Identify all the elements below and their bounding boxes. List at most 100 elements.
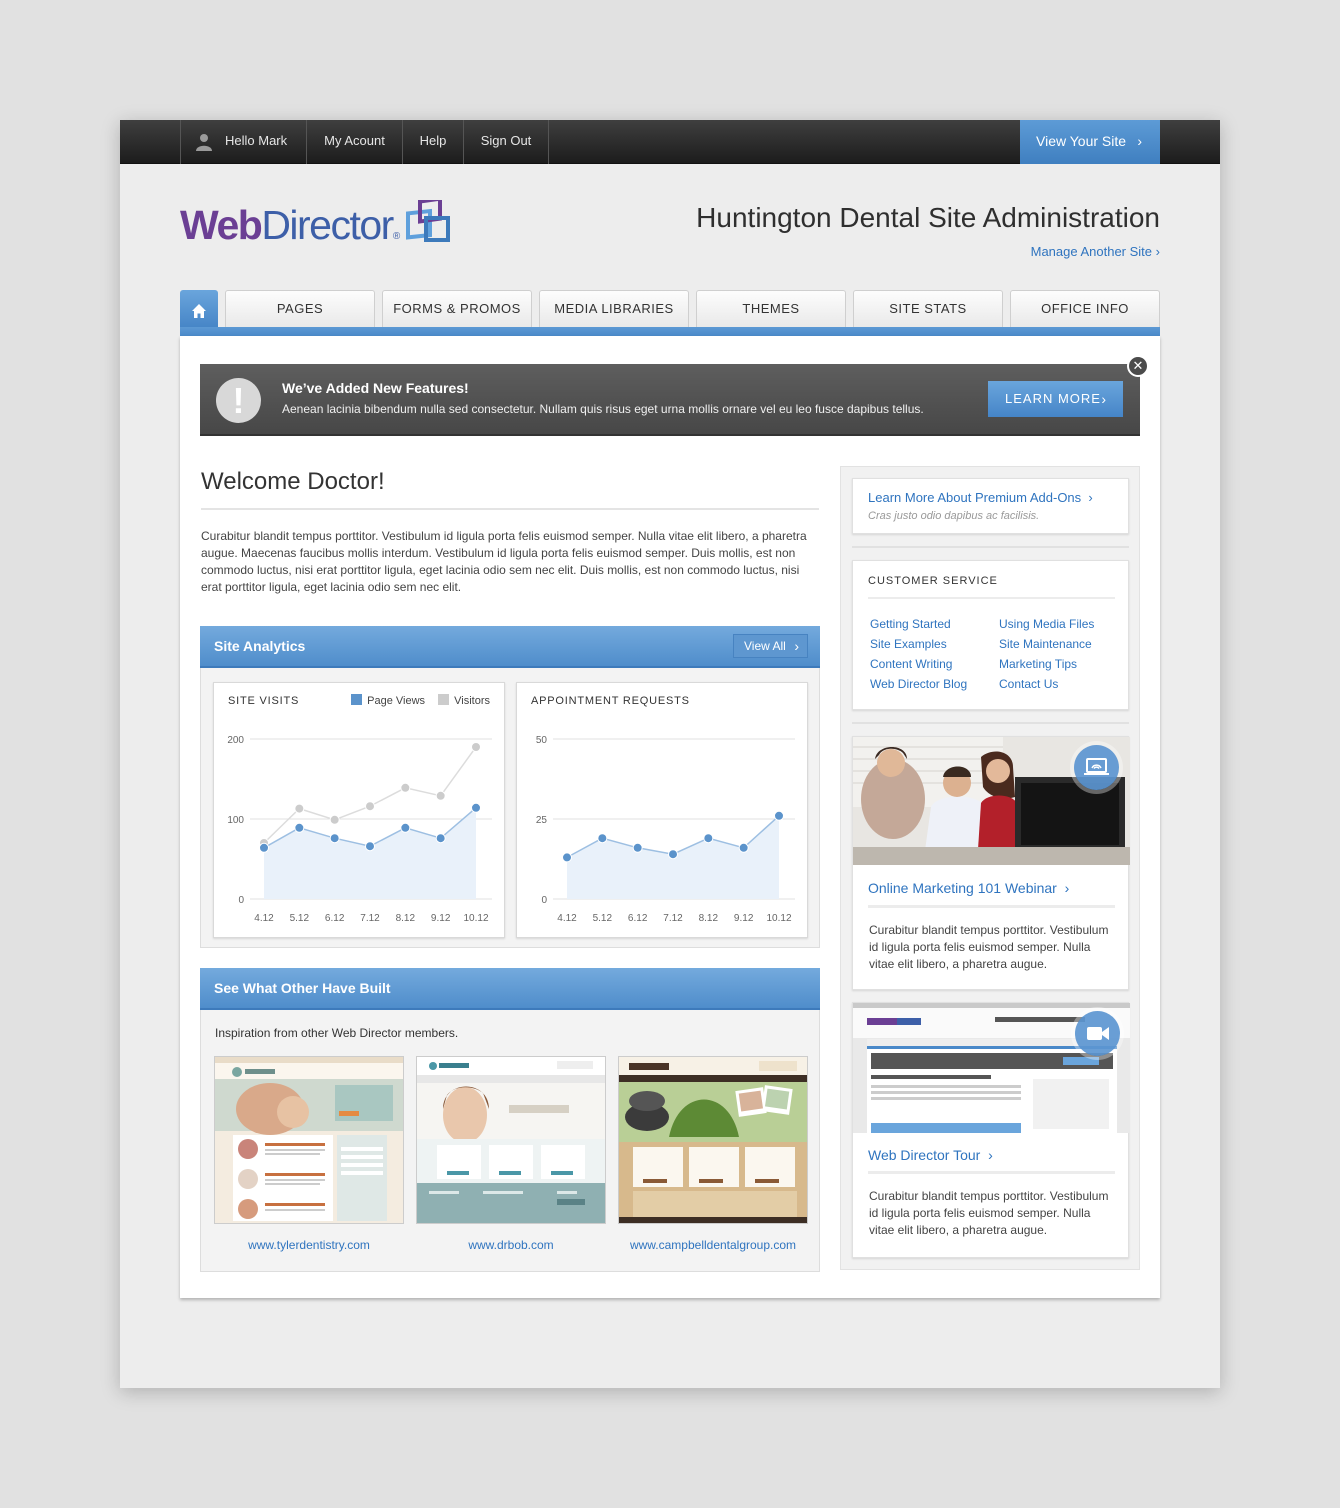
tab-pages[interactable]: PAGES bbox=[225, 290, 375, 327]
data-point bbox=[632, 842, 643, 853]
new-features-alert: ! We’ve Added New Features! Aenean lacin… bbox=[200, 364, 1140, 436]
x-tick-label: 8.12 bbox=[699, 913, 719, 924]
site-link-campbelldentalgroup[interactable]: www.campbelldentalgroup.com bbox=[618, 1238, 808, 1252]
manage-another-site-link[interactable]: Manage Another Site › bbox=[1031, 244, 1160, 259]
site-thumbnail-drbob[interactable] bbox=[416, 1056, 606, 1224]
data-point bbox=[597, 833, 608, 844]
data-point bbox=[668, 849, 678, 860]
cs-link-contact-us[interactable]: Contact Us bbox=[999, 677, 1058, 691]
x-tick-label: 9.12 bbox=[734, 913, 754, 924]
y-tick-label: 0 bbox=[541, 895, 547, 906]
cs-link-site-maintenance[interactable]: Site Maintenance bbox=[999, 637, 1092, 651]
legend-label-visitors: Visitors bbox=[454, 695, 490, 707]
logo-director-text: Director bbox=[261, 202, 394, 248]
user-greeting[interactable]: Hello Mark bbox=[180, 120, 306, 164]
help-link[interactable]: Help bbox=[402, 120, 463, 164]
divider bbox=[868, 905, 1115, 908]
divider bbox=[868, 1171, 1115, 1174]
webdirector-logo[interactable]: WebDirector® bbox=[180, 200, 450, 252]
appointment-requests-card: APPOINTMENT REQUESTS 50 25 0 4.12 5.12 6.12 7.… bbox=[516, 682, 808, 938]
premium-addons-label: Learn More About Premium Add-Ons bbox=[868, 490, 1082, 505]
tab-site-stats[interactable]: SITE STATS bbox=[853, 290, 1003, 327]
divider bbox=[868, 597, 1115, 599]
logo-web-text: Web bbox=[180, 202, 263, 248]
legend-label-page-views: Page Views bbox=[367, 695, 426, 707]
close-icon[interactable]: ✕ bbox=[1127, 355, 1149, 377]
x-tick-label: 4.12 bbox=[254, 913, 274, 924]
video-camera-icon[interactable] bbox=[1075, 1011, 1120, 1056]
webinar-description: Curabitur blandit tempus porttitor. Vest… bbox=[869, 923, 1109, 971]
tab-office-info[interactable]: OFFICE INFO bbox=[1010, 290, 1160, 327]
tour-card: Web Director Tour › Curabitur blandit te… bbox=[852, 1002, 1130, 1258]
tab-media-libraries[interactable]: MEDIA LIBRARIES bbox=[539, 290, 689, 327]
main-nav: PAGES FORMS & PROMOS MEDIA LIBRARIES THE… bbox=[180, 290, 1160, 338]
data-point bbox=[259, 842, 269, 853]
x-tick-label: 6.12 bbox=[628, 913, 648, 924]
nav-underline-bar bbox=[180, 327, 1160, 336]
webinar-link[interactable]: Online Marketing 101 Webinar › bbox=[868, 880, 1069, 896]
x-tick-label: 9.12 bbox=[431, 913, 451, 924]
data-point bbox=[329, 833, 340, 844]
home-icon bbox=[192, 304, 206, 318]
site-visits-chart: 200 100 0 4.12 5.12 6.12 7.12 8.12 9.12 10.12 bbox=[227, 735, 492, 924]
x-tick-label: 10.12 bbox=[463, 913, 488, 924]
customer-service-card: CUSTOMER SERVICE Getting Started Site Ex… bbox=[852, 560, 1129, 710]
site-link-drbob[interactable]: www.drbob.com bbox=[416, 1238, 606, 1252]
cs-link-web-director-blog[interactable]: Web Director Blog bbox=[870, 677, 967, 691]
data-point bbox=[471, 742, 481, 752]
tab-themes[interactable]: THEMES bbox=[696, 290, 846, 327]
premium-addons-card: Learn More About Premium Add-Ons › Cras … bbox=[852, 478, 1129, 534]
legend-swatch-page-views bbox=[351, 694, 363, 705]
learn-more-label: LEARN MORE bbox=[1005, 391, 1101, 406]
my-account-link[interactable]: My Acount bbox=[306, 120, 402, 164]
chart-legend: Page Views Visitors bbox=[351, 694, 490, 707]
cs-link-using-media-files[interactable]: Using Media Files bbox=[999, 617, 1094, 631]
tour-link[interactable]: Web Director Tour › bbox=[868, 1147, 993, 1163]
sign-out-link[interactable]: Sign Out bbox=[463, 120, 549, 164]
welcome-title: Welcome Doctor! bbox=[201, 468, 385, 495]
built-intro: Inspiration from other Web Director memb… bbox=[215, 1026, 459, 1040]
y-tick-label: 25 bbox=[536, 815, 548, 826]
data-point bbox=[435, 833, 446, 844]
webinar-card: Online Marketing 101 Webinar › Curabitur… bbox=[852, 736, 1130, 990]
legend-swatch-visitors bbox=[438, 694, 450, 705]
x-tick-label: 7.12 bbox=[663, 913, 683, 924]
chart-title: APPOINTMENT REQUESTS bbox=[531, 695, 690, 707]
x-tick-label: 8.12 bbox=[396, 913, 416, 924]
view-all-label: View All bbox=[744, 639, 786, 653]
cs-link-marketing-tips[interactable]: Marketing Tips bbox=[999, 657, 1077, 671]
series-area bbox=[264, 807, 476, 899]
site-thumbnail-tylerdentistry[interactable] bbox=[214, 1056, 404, 1224]
cs-link-getting-started[interactable]: Getting Started bbox=[870, 617, 951, 631]
cs-link-site-examples[interactable]: Site Examples bbox=[870, 637, 947, 651]
x-tick-label: 6.12 bbox=[325, 913, 345, 924]
tab-forms-promos[interactable]: FORMS & PROMOS bbox=[382, 290, 532, 327]
site-analytics-header: Site Analytics View All › bbox=[200, 626, 820, 668]
view-your-site-button[interactable]: View Your Site › bbox=[1020, 120, 1160, 164]
data-point bbox=[562, 852, 572, 863]
chevron-right-icon: › bbox=[1137, 133, 1142, 149]
data-point bbox=[294, 822, 305, 833]
site-preview-image bbox=[619, 1057, 807, 1223]
site-link-tylerdentistry[interactable]: www.tylerdentistry.com bbox=[214, 1238, 404, 1252]
premium-addons-link[interactable]: Learn More About Premium Add-Ons › bbox=[868, 490, 1093, 505]
user-icon bbox=[196, 134, 212, 151]
site-thumbnail-campbelldentalgroup[interactable] bbox=[618, 1056, 808, 1224]
cs-link-content-writing[interactable]: Content Writing bbox=[870, 657, 952, 671]
alert-title: We’ve Added New Features! bbox=[282, 380, 469, 396]
view-your-site-label: View Your Site bbox=[1036, 133, 1127, 149]
view-all-button[interactable]: View All › bbox=[733, 634, 808, 658]
chart-title: SITE VISITS bbox=[228, 695, 300, 707]
data-point bbox=[294, 803, 305, 814]
x-tick-label: 10.12 bbox=[766, 913, 791, 924]
data-point bbox=[400, 822, 411, 833]
chevron-right-icon: › bbox=[1101, 391, 1107, 407]
data-point bbox=[365, 801, 375, 812]
site-visits-card: SITE VISITS Page Views Visitors 200 100 0 4… bbox=[213, 682, 505, 938]
customer-service-title: CUSTOMER SERVICE bbox=[868, 575, 998, 587]
webinar-laptop-icon[interactable] bbox=[1074, 745, 1119, 790]
y-tick-label: 0 bbox=[238, 895, 244, 906]
learn-more-button[interactable]: LEARN MORE › bbox=[988, 381, 1123, 417]
site-preview-image bbox=[215, 1057, 403, 1223]
x-tick-label: 4.12 bbox=[557, 913, 577, 924]
